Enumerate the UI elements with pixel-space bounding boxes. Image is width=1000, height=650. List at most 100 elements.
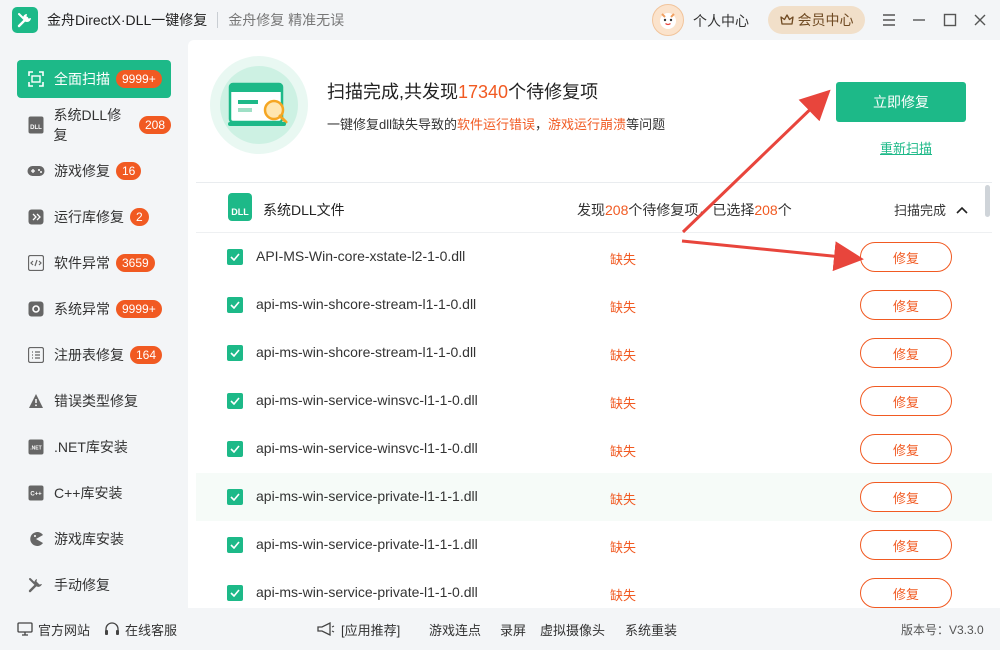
chevron-up-icon[interactable] <box>956 201 968 217</box>
gamepad-icon <box>27 162 45 180</box>
status-label: 缺失 <box>610 252 637 267</box>
wrench-icon <box>27 576 45 594</box>
app-slogan: 金舟修复 精准无误 <box>228 12 345 28</box>
online-service-link[interactable]: 在线客服 <box>104 620 177 639</box>
sidebar-item-label: .NET库安装 <box>54 439 128 455</box>
title-divider <box>217 12 219 28</box>
recommend-label: [应用推荐] <box>341 622 401 638</box>
count-badge: 208 <box>138 116 171 134</box>
row-checkbox[interactable] <box>227 249 243 265</box>
repair-button[interactable]: 修复 <box>860 242 952 272</box>
sidebar-item-game-repair[interactable]: 游戏修复 16 <box>17 152 171 190</box>
status-label: 缺失 <box>610 396 637 411</box>
selected-count: 208 <box>754 202 778 218</box>
svg-text:C++: C++ <box>30 492 42 498</box>
sidebar-item-error-type[interactable]: 错误类型修复 <box>17 382 171 420</box>
status-label: 缺失 <box>610 540 637 555</box>
avatar[interactable] <box>652 4 684 36</box>
title-bar: 金舟DirectX·DLL一键修复 金舟修复 精准无误 个人中心 会员中心 <box>0 0 1000 40</box>
row-checkbox[interactable] <box>227 345 243 361</box>
row-checkbox[interactable] <box>227 537 243 553</box>
repair-button[interactable]: 修复 <box>860 434 952 464</box>
issue-count: 17340 <box>458 82 509 102</box>
sidebar-item-registry-repair[interactable]: 注册表修复 164 <box>17 336 171 374</box>
count-badge: 9999+ <box>116 300 162 318</box>
list-header: DLL 系统DLL文件 发现208个待修复项，已选择208个 扫描完成 <box>196 183 992 233</box>
app-logo-icon <box>12 7 38 33</box>
service-label: 在线客服 <box>125 622 178 638</box>
sidebar-item-label: 运行库修复 <box>54 209 124 225</box>
repair-button[interactable]: 修复 <box>860 530 952 560</box>
version-label: 版本号：V3.3.0 <box>901 622 984 637</box>
found-prefix: 发现 <box>577 202 605 218</box>
found-count: 208 <box>605 202 629 218</box>
scrollbar[interactable] <box>985 185 990 217</box>
count-badge: 164 <box>130 346 163 364</box>
close-button[interactable] <box>970 10 990 30</box>
file-name: api-ms-win-service-winsvc-l1-1-0.dll <box>256 392 478 408</box>
row-checkbox[interactable] <box>227 393 243 409</box>
count-badge: 3659 <box>116 254 155 272</box>
footer-link-system-reinstall[interactable]: 系统重装 <box>625 620 677 639</box>
dll-icon: DLL <box>27 116 45 134</box>
crown-icon <box>779 14 794 25</box>
sidebar-item-label: 错误类型修复 <box>54 393 138 409</box>
headset-icon <box>105 622 119 635</box>
sidebar-item-label: 注册表修复 <box>54 347 124 363</box>
sidebar-item-system-exception[interactable]: 系统异常 9999+ <box>17 290 171 328</box>
vip-center-label: 会员中心 <box>797 12 854 28</box>
sidebar-item-software-exception[interactable]: 软件异常 3659 <box>17 244 171 282</box>
menu-button[interactable] <box>879 10 899 30</box>
status-label: 缺失 <box>610 492 637 507</box>
file-name: API-MS-Win-core-xstate-l2-1-0.dll <box>256 248 466 264</box>
sidebar: 全面扫描 9999+ DLL 系统DLL修复 208 游戏修复 16 运行库修复… <box>0 48 188 608</box>
repair-button[interactable]: 修复 <box>860 338 952 368</box>
table-row: api-ms-win-service-private-l1-1-1.dll 缺失… <box>196 521 992 569</box>
sidebar-item-system-dll[interactable]: DLL 系统DLL修复 208 <box>17 106 171 144</box>
svg-text:DLL: DLL <box>30 125 42 131</box>
status-label: 缺失 <box>610 588 637 603</box>
website-label: 官方网站 <box>38 622 91 638</box>
subtitle-separator: ， <box>535 117 549 132</box>
maximize-button[interactable] <box>940 10 960 30</box>
fix-now-button[interactable]: 立即修复 <box>836 82 966 122</box>
sidebar-item-cpp-install[interactable]: C++ C++库安装 <box>17 474 171 512</box>
sidebar-item-runtime-repair[interactable]: 运行库修复 2 <box>17 198 171 236</box>
table-row: api-ms-win-service-winsvc-l1-1-0.dll 缺失 … <box>196 377 992 425</box>
minimize-button[interactable] <box>909 10 929 30</box>
official-website-link[interactable]: 官方网站 <box>17 620 90 639</box>
gear-icon <box>27 300 45 318</box>
runtime-icon <box>27 208 45 226</box>
footer-link-recorder[interactable]: 录屏 <box>500 620 526 639</box>
sidebar-item-label: 全面扫描 <box>54 71 110 87</box>
scan-summary-subtitle: 一键修复dll缺失导致的软件运行错误，游戏运行崩溃等问题 <box>327 114 665 133</box>
row-checkbox[interactable] <box>227 297 243 313</box>
row-checkbox[interactable] <box>227 585 243 601</box>
footer-link-autoclicker[interactable]: 游戏连点 <box>429 620 481 639</box>
repair-button[interactable]: 修复 <box>860 578 952 608</box>
sidebar-item-label: 游戏修复 <box>54 163 110 179</box>
sidebar-item-manual-repair[interactable]: 手动修复 <box>17 566 171 604</box>
list-title: 系统DLL文件 <box>263 202 345 218</box>
row-checkbox[interactable] <box>227 441 243 457</box>
row-checkbox[interactable] <box>227 489 243 505</box>
sidebar-item-full-scan[interactable]: 全面扫描 9999+ <box>17 60 171 98</box>
repair-button[interactable]: 修复 <box>860 386 952 416</box>
scan-status: 扫描完成 <box>894 203 947 218</box>
repair-button[interactable]: 修复 <box>860 482 952 512</box>
sidebar-item-game-library[interactable]: 游戏库安装 <box>17 520 171 558</box>
status-label: 缺失 <box>610 348 637 363</box>
megaphone-icon <box>317 621 335 637</box>
count-badge: 9999+ <box>116 70 162 88</box>
personal-center-link[interactable]: 个人中心 <box>693 11 749 31</box>
sidebar-item-dotnet-install[interactable]: .NET .NET库安装 <box>17 428 171 466</box>
rescan-link[interactable]: 重新扫描 <box>880 138 932 157</box>
table-row: api-ms-win-shcore-stream-l1-1-0.dll 缺失 修… <box>196 329 992 377</box>
repair-button[interactable]: 修复 <box>860 290 952 320</box>
file-name: api-ms-win-service-winsvc-l1-1-0.dll <box>256 440 478 456</box>
footer-link-virtual-camera[interactable]: 虚拟摄像头 <box>540 620 605 639</box>
file-name: api-ms-win-service-private-l1-1-1.dll <box>256 488 478 504</box>
scan-summary-title: 扫描完成,共发现17340个待修复项 <box>327 78 598 104</box>
vip-center-button[interactable]: 会员中心 <box>768 6 865 34</box>
scan-icon <box>27 70 45 88</box>
